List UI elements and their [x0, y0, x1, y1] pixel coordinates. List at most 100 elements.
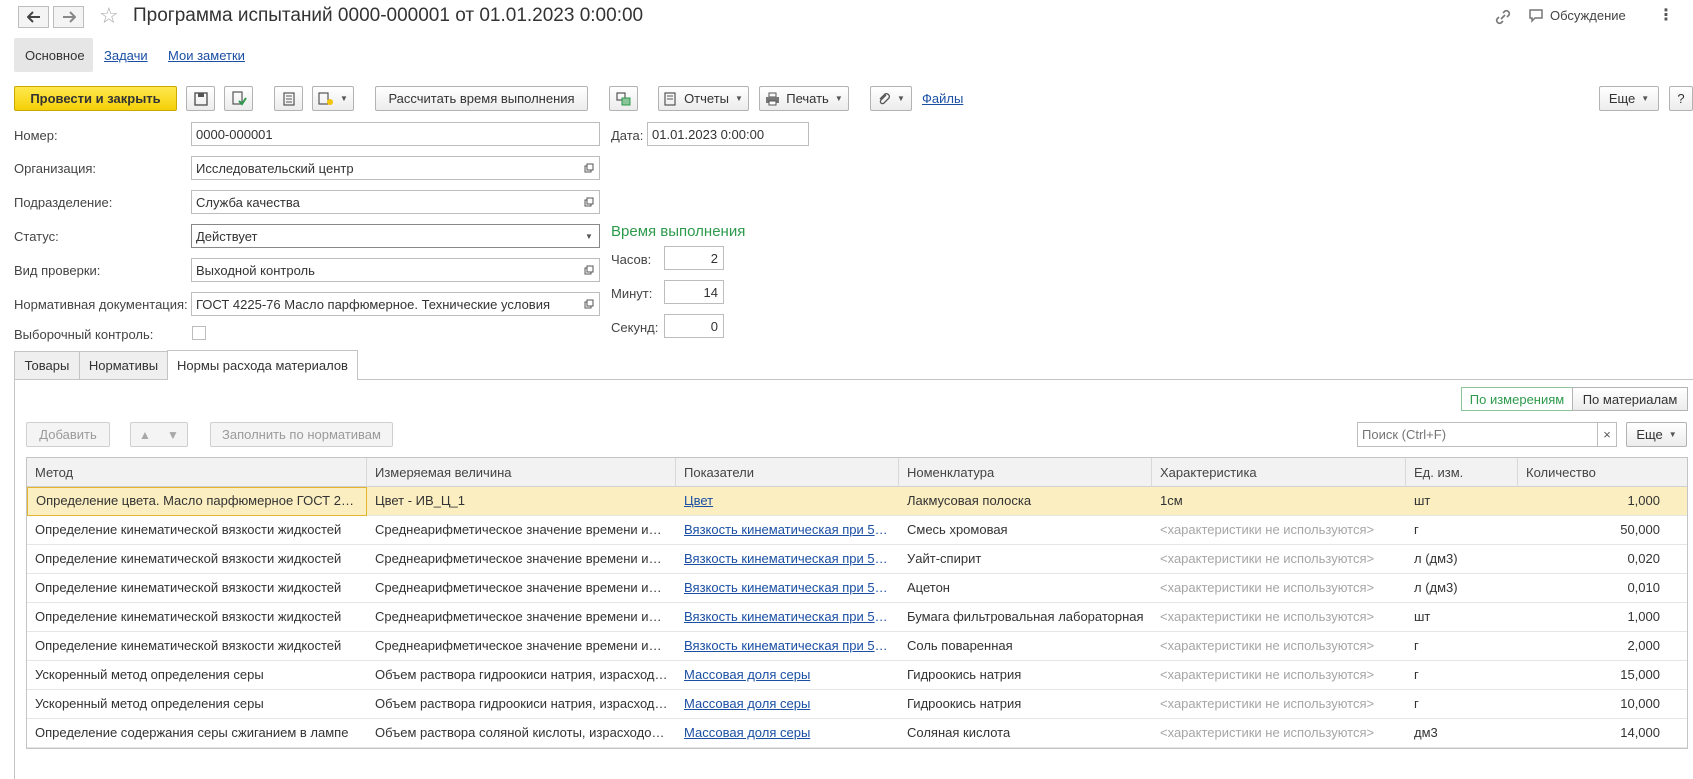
section-main[interactable]: Основное — [25, 48, 85, 63]
cell-method[interactable]: Ускоренный метод определения серы — [27, 690, 367, 719]
cell-unit[interactable]: г — [1406, 661, 1518, 690]
cell-quantity[interactable]: 10,000 — [1518, 690, 1668, 719]
norm-doc-open-button[interactable] — [579, 292, 600, 316]
favorite-star-icon[interactable]: ☆ — [99, 4, 119, 28]
cell-characteristic[interactable]: <характеристики не используются> — [1152, 516, 1406, 545]
cell-measured-value[interactable]: Среднеарифметическое значение времени ис… — [367, 632, 676, 661]
tab-goods[interactable]: Товары — [14, 351, 80, 379]
discussion-button[interactable]: Обсуждение — [1528, 8, 1626, 23]
cell-method[interactable]: Определение кинематической вязкости жидк… — [27, 574, 367, 603]
check-type-open-button[interactable] — [579, 258, 600, 282]
cell-method[interactable]: Определение кинематической вязкости жидк… — [27, 632, 367, 661]
section-notes[interactable]: Мои заметки — [168, 48, 245, 63]
attach-button[interactable]: ▼ — [870, 86, 912, 111]
cell-characteristic[interactable]: <характеристики не используются> — [1152, 719, 1406, 748]
cell-method[interactable]: Определение содержания серы сжиганием в … — [27, 719, 367, 748]
cell-nomenclature[interactable]: Бумага фильтровальная лабораторная — [899, 603, 1152, 632]
number-field[interactable]: 0000-000001 — [191, 122, 600, 146]
cell-unit[interactable]: г — [1406, 690, 1518, 719]
cell-quantity[interactable]: 50,000 — [1518, 516, 1668, 545]
back-button[interactable] — [18, 6, 49, 28]
cell-quantity[interactable]: 1,000 — [1518, 487, 1668, 516]
table-row[interactable]: Определение кинематической вязкости жидк… — [27, 545, 1687, 574]
more-button[interactable]: Еще ▼ — [1599, 86, 1659, 111]
table-row[interactable]: Определение кинематической вязкости жидк… — [27, 516, 1687, 545]
cell-quantity[interactable]: 14,000 — [1518, 719, 1668, 748]
organization-field[interactable]: Исследовательский центр — [191, 156, 580, 180]
minutes-field[interactable]: 14 — [664, 280, 724, 304]
cell-measured-value[interactable]: Среднеарифметическое значение времени ис… — [367, 574, 676, 603]
cell-measured-value[interactable]: Среднеарифметическое значение времени ис… — [367, 545, 676, 574]
cell-characteristic[interactable]: <характеристики не используются> — [1152, 661, 1406, 690]
cell-method[interactable]: Определение кинематической вязкости жидк… — [27, 545, 367, 574]
cell-measured-value[interactable]: Объем раствора соляной кислоты, израсход… — [367, 719, 676, 748]
cell-unit[interactable]: л (дм3) — [1406, 574, 1518, 603]
cell-quantity[interactable]: 1,000 — [1518, 603, 1668, 632]
cell-characteristic[interactable]: <характеристики не используются> — [1152, 632, 1406, 661]
cell-indicator-link[interactable]: Вязкость кинематическая при 50°С — [676, 574, 899, 603]
cell-nomenclature[interactable]: Гидроокись натрия — [899, 661, 1152, 690]
add-row-button[interactable]: Добавить — [26, 422, 110, 447]
cell-unit[interactable]: л (дм3) — [1406, 545, 1518, 574]
section-tasks[interactable]: Задачи — [104, 48, 148, 63]
table-row[interactable]: Определение кинематической вязкости жидк… — [27, 574, 1687, 603]
column-header-indicators[interactable]: Показатели — [676, 458, 899, 487]
cell-characteristic[interactable]: <характеристики не используются> — [1152, 545, 1406, 574]
cell-method[interactable]: Определение цвета. Масло парфюмерное ГОС… — [27, 487, 367, 516]
cell-indicator-link[interactable]: Вязкость кинематическая при 50°С — [676, 545, 899, 574]
cell-indicator-link[interactable]: Вязкость кинематическая при 50°С — [676, 603, 899, 632]
cell-quantity[interactable]: 15,000 — [1518, 661, 1668, 690]
table-row[interactable]: Определение содержания серы сжиганием в … — [27, 719, 1687, 748]
hours-field[interactable]: 2 — [664, 246, 724, 270]
column-header-unit[interactable]: Ед. изм. — [1406, 458, 1518, 487]
cell-measured-value[interactable]: Объем раствора гидроокиси натрия, израсх… — [367, 690, 676, 719]
cell-quantity[interactable]: 0,010 — [1518, 574, 1668, 603]
cell-nomenclature[interactable]: Смесь хромовая — [899, 516, 1152, 545]
cell-nomenclature[interactable]: Уайт-спирит — [899, 545, 1152, 574]
cell-characteristic[interactable]: <характеристики не используются> — [1152, 603, 1406, 632]
arrow-down-icon[interactable]: ▼ — [167, 428, 179, 442]
cell-unit[interactable]: г — [1406, 632, 1518, 661]
cell-measured-value[interactable]: Среднеарифметическое значение времени ис… — [367, 516, 676, 545]
create-based-on-button[interactable]: ▼ — [312, 86, 354, 111]
files-link[interactable]: Файлы — [922, 91, 963, 106]
document-journal-button[interactable] — [274, 86, 303, 111]
check-type-field[interactable]: Выходной контроль — [191, 258, 580, 282]
calculate-time-button[interactable]: Рассчитать время выполнения — [375, 86, 588, 111]
forward-button[interactable] — [53, 6, 84, 28]
cell-nomenclature[interactable]: Лакмусовая полоска — [899, 487, 1152, 516]
cell-measured-value[interactable]: Среднеарифметическое значение времени ис… — [367, 603, 676, 632]
print-button[interactable]: Печать ▼ — [759, 86, 849, 111]
organization-open-button[interactable] — [579, 156, 600, 180]
cell-nomenclature[interactable]: Гидроокись натрия — [899, 690, 1152, 719]
department-field[interactable]: Служба качества — [191, 190, 580, 214]
menu-dots-icon[interactable]: ⋮ — [1658, 7, 1674, 25]
cell-indicator-link[interactable]: Массовая доля серы — [676, 661, 899, 690]
cell-method[interactable]: Ускоренный метод определения серы — [27, 661, 367, 690]
cell-quantity[interactable]: 0,020 — [1518, 545, 1668, 574]
cell-characteristic[interactable]: <характеристики не используются> — [1152, 690, 1406, 719]
table-row[interactable]: Ускоренный метод определения серы Объем … — [27, 661, 1687, 690]
column-header-method[interactable]: Метод — [27, 458, 367, 487]
cell-unit[interactable]: шт — [1406, 603, 1518, 632]
seconds-field[interactable]: 0 — [664, 314, 724, 338]
move-buttons[interactable]: ▲ ▼ — [130, 422, 188, 447]
by-measurements-toggle[interactable]: По измерениям — [1461, 387, 1573, 411]
cell-indicator-link[interactable]: Вязкость кинематическая при 50°С — [676, 632, 899, 661]
cell-method[interactable]: Определение кинематической вязкости жидк… — [27, 516, 367, 545]
cell-characteristic[interactable]: 1см — [1152, 487, 1406, 516]
structure-button[interactable] — [609, 86, 638, 111]
cell-nomenclature[interactable]: Ацетон — [899, 574, 1152, 603]
norm-doc-field[interactable]: ГОСТ 4225-76 Масло парфюмерное. Техничес… — [191, 292, 580, 316]
column-header-nomenclature[interactable]: Номенклатура — [899, 458, 1152, 487]
cell-measured-value[interactable]: Объем раствора гидроокиси натрия, израсх… — [367, 661, 676, 690]
cell-indicator-link[interactable]: Вязкость кинематическая при 50°С — [676, 516, 899, 545]
fill-by-norms-button[interactable]: Заполнить по нормативам — [210, 422, 393, 447]
column-header-measured-value[interactable]: Измеряемая величина — [367, 458, 676, 487]
post-and-close-button[interactable]: Провести и закрыть — [14, 86, 177, 111]
cell-nomenclature[interactable]: Соль поваренная — [899, 632, 1152, 661]
date-field[interactable]: 01.01.2023 0:00:00 — [647, 122, 809, 146]
by-materials-toggle[interactable]: По материалам — [1572, 387, 1688, 411]
search-input[interactable] — [1357, 422, 1598, 447]
department-open-button[interactable] — [579, 190, 600, 214]
